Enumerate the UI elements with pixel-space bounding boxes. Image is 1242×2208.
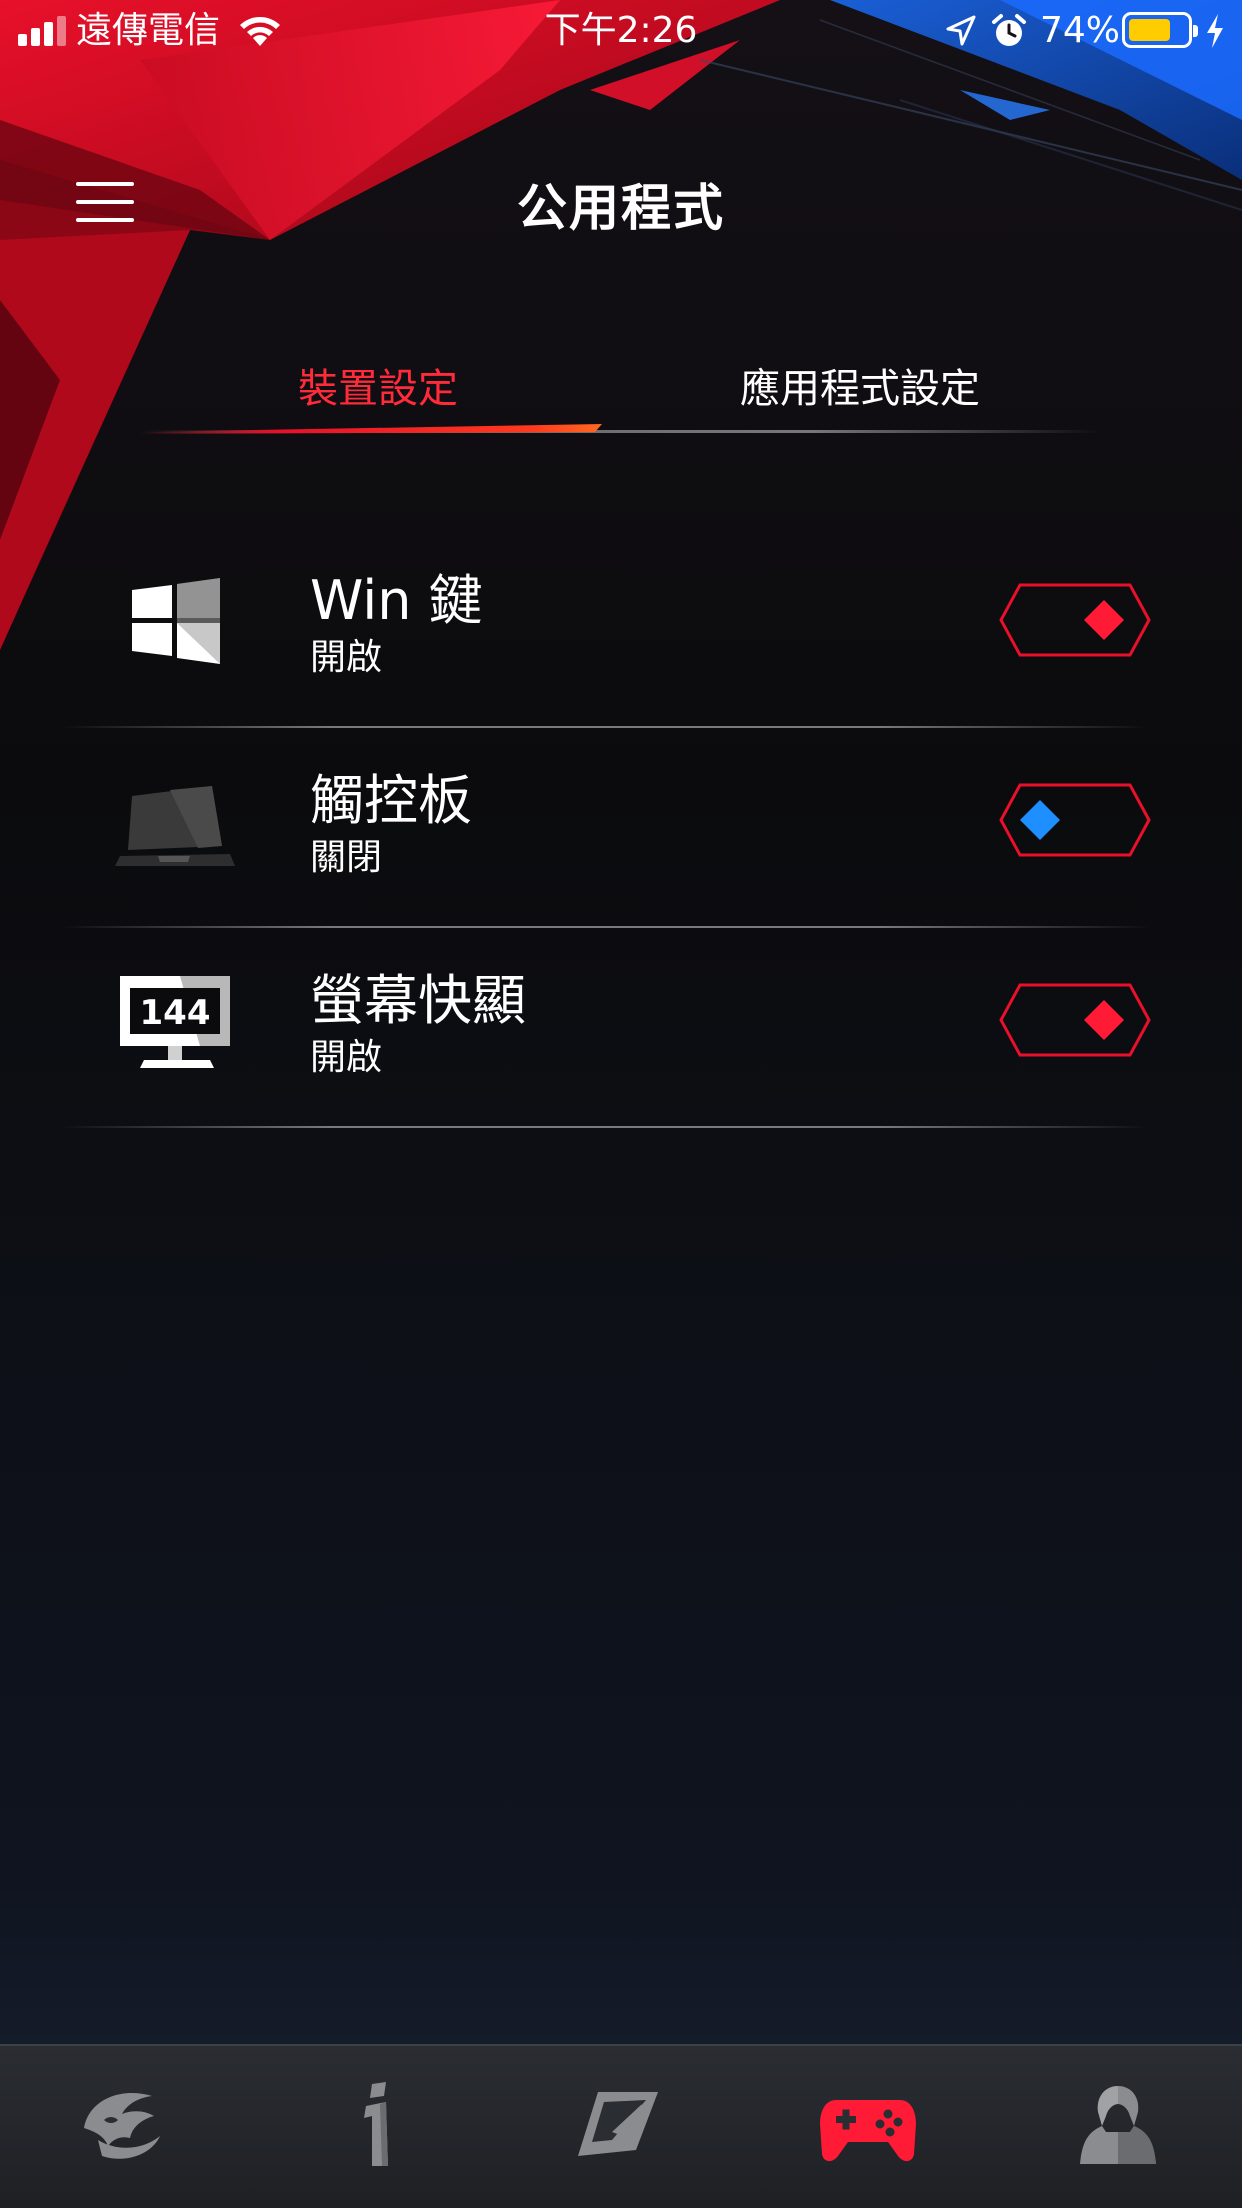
location-arrow-icon (946, 15, 976, 46)
tab-device-settings[interactable]: 裝置設定 (298, 356, 458, 414)
active-tab-indicator (140, 424, 602, 434)
toggle-switch-screen-overdrive[interactable] (998, 982, 1152, 1058)
setting-row-screen-overdrive[interactable]: 144 螢幕快顯 開啟 (60, 928, 1152, 1128)
setting-row-touchpad[interactable]: 觸控板 關閉 (60, 728, 1152, 928)
alarm-icon (992, 14, 1026, 46)
setting-status: 開啟 (310, 637, 383, 678)
battery-icon (1122, 12, 1198, 48)
monitor-144hz-icon: 144 (120, 976, 230, 1068)
charging-icon (1207, 14, 1223, 48)
gamepad-icon[interactable] (818, 2080, 918, 2170)
setting-status: 開啟 (310, 1037, 383, 1078)
tab-app-settings[interactable]: 應用程式設定 (740, 356, 980, 414)
monitor-icon-text: 144 (140, 993, 211, 1033)
row-divider (60, 1126, 1150, 1128)
page-title: 公用程式 (517, 179, 725, 237)
toggle-knob (1084, 600, 1124, 640)
battery-level-fill (1129, 19, 1170, 41)
setting-label: Win 鍵 (310, 569, 483, 632)
windows-key-icon (132, 578, 220, 664)
rog-eye-icon[interactable] (74, 2080, 174, 2170)
setting-label: 螢幕快顯 (310, 969, 526, 1032)
setting-status: 關閉 (310, 837, 383, 878)
display-icon[interactable] (572, 2080, 672, 2170)
user-icon[interactable] (1068, 2080, 1168, 2170)
toggle-knob (1020, 800, 1060, 840)
bottom-navigation-bar (0, 2044, 1242, 2208)
touchpad-icon (115, 786, 235, 866)
battery-percent: 74% (1040, 10, 1121, 51)
toggle-switch-touchpad[interactable] (998, 782, 1152, 858)
toggle-switch-win-key[interactable] (998, 582, 1152, 658)
setting-label: 觸控板 (310, 769, 472, 832)
info-icon[interactable] (330, 2080, 430, 2170)
toggle-knob (1084, 1000, 1124, 1040)
setting-row-win-key[interactable]: Win 鍵 開啟 (60, 528, 1152, 728)
status-bar: 遠傳電信 下午2:26 74% (0, 0, 1242, 60)
